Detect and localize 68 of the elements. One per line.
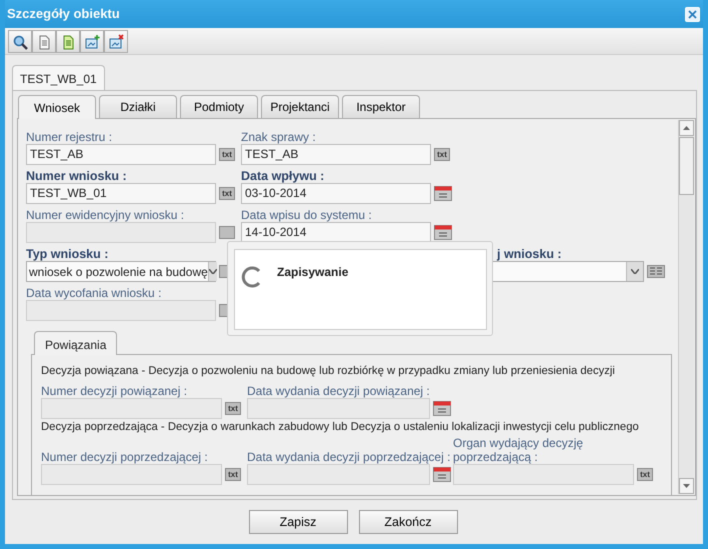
txt-button[interactable]: txt <box>219 148 235 161</box>
input-field[interactable]: TEST_WB_01 <box>26 183 216 204</box>
input-field[interactable] <box>41 398 222 419</box>
txt-button[interactable]: txt <box>434 148 450 161</box>
tab[interactable]: Działki <box>99 95 177 118</box>
input-field[interactable] <box>26 222 216 243</box>
field-label: Numer decyzji poprzedzającej : <box>41 450 209 464</box>
txt-button[interactable]: txt <box>225 468 241 481</box>
toolbar-button[interactable] <box>104 30 128 53</box>
txt-button[interactable]: txt <box>225 402 241 415</box>
input-field[interactable] <box>453 464 634 485</box>
field-label: Organ wydający decyzję poprzedzającą : <box>453 436 584 464</box>
txt-button[interactable]: txt <box>637 468 653 481</box>
tab[interactable]: Inspektor <box>342 95 420 118</box>
dialog-button[interactable]: Zakończ <box>358 510 458 534</box>
chevron-down-icon <box>208 269 217 274</box>
field-label: Znak sprawy : <box>241 130 317 144</box>
field-label: Numer rejestru : <box>26 130 114 144</box>
input-field[interactable]: TEST_AB <box>26 144 216 165</box>
field-label: Data wpisu do systemu : <box>241 208 373 222</box>
dialog-message: Zapisywanie <box>277 264 348 281</box>
input-field[interactable] <box>247 398 430 419</box>
columns-icon <box>649 266 663 276</box>
field-label: Data wycofania wniosku : <box>26 286 162 300</box>
tab[interactable]: Wniosek <box>18 95 96 119</box>
toolbar-button[interactable] <box>8 30 32 53</box>
input-field[interactable] <box>247 464 430 485</box>
field-label: Numer wniosku : <box>26 169 128 183</box>
object-tab[interactable]: TEST_WB_01 <box>12 65 105 90</box>
field-label: Numer ewidencyjny wniosku : <box>26 208 186 222</box>
field-label: Numer decyzji powiązanej : <box>41 384 188 398</box>
txt-button[interactable]: txt <box>219 187 235 200</box>
field-label: Data wydania decyzji poprzedzającej : <box>247 450 452 464</box>
input-field[interactable]: 14-10-2014 <box>241 222 431 243</box>
dialog-button[interactable]: Zapisz <box>248 510 348 534</box>
remove-image-icon <box>108 34 124 50</box>
grid-button[interactable] <box>647 265 665 278</box>
section-description: Decyzja powiązana - Decyzja o pozwoleniu na budowę lub rozbiórkę w przypadku zmiany lub przeniesienia decyzji <box>41 364 615 379</box>
close-button[interactable] <box>685 6 700 22</box>
field-label: Data wpływu : <box>241 169 326 183</box>
calendar-button[interactable] <box>434 186 452 201</box>
down-arrow-icon <box>683 484 690 488</box>
field-label: Data wydania decyzji powiązanej : <box>247 384 431 398</box>
scrollbar[interactable] <box>678 120 694 494</box>
dropdown[interactable]: wniosek o pozwolenie na budowę <box>26 261 216 282</box>
section-description: Decyzja poprzedzająca - Decyzja o warunkach zabudowy lub Decyzja o ustaleniu lokalizacji inwestycji celu publicznego <box>41 420 639 435</box>
up-arrow-icon <box>683 126 690 130</box>
search-icon <box>12 34 28 50</box>
field-label: Typ wniosku : <box>26 247 110 261</box>
toolbar-button[interactable] <box>56 30 80 53</box>
toolbar-button[interactable] <box>80 30 104 53</box>
scroll-thumb[interactable] <box>679 137 694 195</box>
window-title: Szczegóły obiektu <box>7 5 120 24</box>
input-field[interactable]: TEST_AB <box>241 144 431 165</box>
tab[interactable]: Podmioty <box>180 95 258 118</box>
add-image-icon <box>84 34 100 50</box>
input-field[interactable] <box>26 300 216 321</box>
calendar-button[interactable] <box>433 467 451 482</box>
calendar-button[interactable] <box>434 225 452 240</box>
chevron-down-icon <box>631 269 639 274</box>
tab[interactable]: Projektanci <box>261 95 339 118</box>
input-field[interactable]: 03-10-2014 <box>241 183 431 204</box>
close-icon <box>688 10 697 18</box>
input-field[interactable] <box>41 464 222 485</box>
spinner-icon <box>241 266 263 288</box>
calendar-button[interactable] <box>433 401 451 416</box>
section-tab[interactable]: Powiązania <box>34 331 118 355</box>
field-label: j wniosku : <box>497 247 562 261</box>
